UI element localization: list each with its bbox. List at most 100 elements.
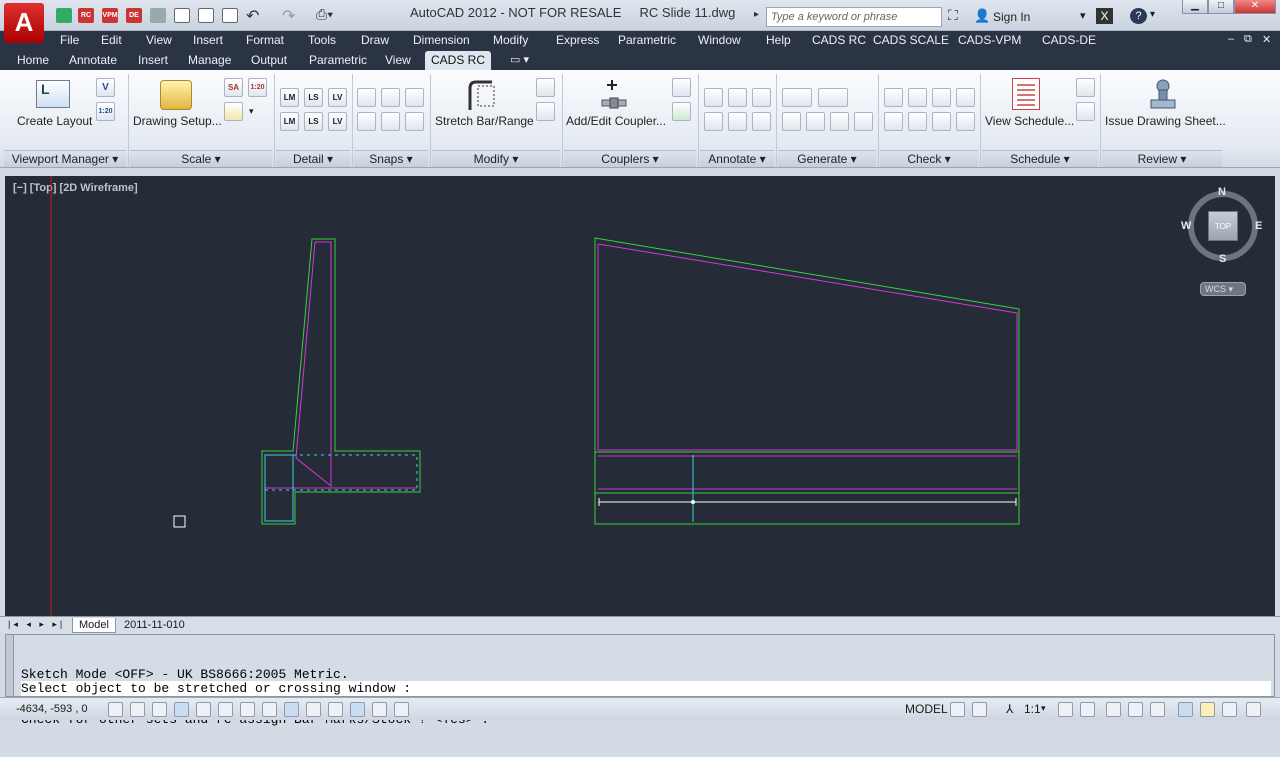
modify-edit-icon[interactable] [536,78,555,97]
selection-cycling-icon[interactable] [394,702,409,717]
annotation-scale-dropdown-icon[interactable]: ▾ [1041,703,1046,714]
coupler-green-icon[interactable] [672,102,691,121]
snap-bracket-icon[interactable] [357,112,376,131]
print-icon[interactable]: ⎙▾ [316,6,333,23]
issue-drawing-sheet-button[interactable]: Issue Drawing Sheet... [1105,114,1226,128]
schedule-edit-icon[interactable] [1076,102,1095,121]
snap-mode-icon[interactable] [130,702,145,717]
drawing-setup-icon[interactable] [160,80,192,110]
viewport-v-button[interactable]: V [96,78,115,97]
schedule-table-icon[interactable] [1076,78,1095,97]
menu-edit[interactable]: Edit [101,33,122,47]
add-edit-coupler-button[interactable]: Add/Edit Coupler... [566,114,666,128]
search-arrow-icon[interactable]: ▸ [754,9,759,20]
layers-icon[interactable] [150,8,166,23]
panel-detail[interactable]: Detail ▾ [276,150,350,167]
scale-pen-icon[interactable] [224,102,243,121]
snap-angle-icon[interactable] [405,88,424,107]
drawing-canvas[interactable]: [−] [Top] [2D Wireframe] TOP N S E W WCS… [5,176,1275,616]
workspace-switching-icon[interactable] [1106,702,1121,717]
tab-manage[interactable]: Manage [188,53,231,67]
generate-2-icon[interactable] [818,88,848,107]
isolate-objects-icon[interactable] [1178,702,1193,717]
detail-lv2-button[interactable]: LV [328,112,347,131]
tab-scroll-arrows-icon[interactable]: |◂ ◂ ▸ ▸| [8,619,65,630]
modify-list-icon[interactable] [536,102,555,121]
object-snap-tracking-icon[interactable] [262,702,277,717]
clean-screen-icon[interactable] [1246,702,1261,717]
panel-review[interactable]: Review ▾ [1102,150,1222,167]
de-icon[interactable]: DE [126,8,142,23]
menu-cads-rc[interactable]: CADS RC [812,33,866,47]
maximize-button[interactable]: □ [1208,0,1234,14]
drawing-setup-button[interactable]: Drawing Setup... [133,114,222,128]
menu-draw[interactable]: Draw [361,33,389,47]
menu-express[interactable]: Express [556,33,599,47]
lock-icon[interactable] [1128,702,1143,717]
binoculars-icon[interactable]: ⛶ [948,7,958,24]
snap-insert-icon[interactable] [357,88,376,107]
transparency-icon[interactable] [350,702,365,717]
create-layout-button[interactable]: Create Layout [17,114,92,128]
menu-help[interactable]: Help [766,33,791,47]
close-button[interactable]: ✕ [1234,0,1276,14]
viewport-scale-button[interactable]: 1:20 [96,102,115,121]
new-file-icon[interactable] [174,8,190,23]
doc-close-icon[interactable]: ✕ [1262,33,1271,46]
panel-generate[interactable]: Generate ▾ [778,150,876,167]
panel-check[interactable]: Check ▾ [880,150,978,167]
generate-1-icon[interactable] [782,88,812,107]
status-menu-icon[interactable] [1222,702,1237,717]
menu-insert[interactable]: Insert [193,33,223,47]
check-7-icon[interactable] [932,112,951,131]
polar-tracking-icon[interactable] [196,702,211,717]
menu-window[interactable]: Window [698,33,741,47]
tab-cads-rc[interactable]: CADS RC [425,51,492,70]
panel-viewport-manager[interactable]: Viewport Manager ▾ [4,150,126,167]
viewcube-top-face[interactable]: TOP [1208,211,1238,241]
dynamic-ucs-icon[interactable] [284,702,299,717]
dropdown-arrow-icon[interactable]: ▾ [1080,9,1086,22]
tab-annotate[interactable]: Annotate [69,53,117,67]
menu-dimension[interactable]: Dimension [413,33,470,47]
auto-scale-icon[interactable] [1080,702,1095,717]
annotation-scale[interactable]: 1:1 [1024,702,1041,716]
new-icon[interactable] [56,8,72,23]
autocad-logo-icon[interactable]: A [4,3,44,43]
tab-parametric[interactable]: Parametric [309,53,367,67]
annotate-1-icon[interactable] [704,88,723,107]
rc-icon[interactable]: RC [78,8,94,23]
panel-couplers[interactable]: Couplers ▾ [564,150,696,167]
command-input[interactable]: Select object to be stretched or crossin… [21,681,1271,696]
tab-output[interactable]: Output [251,53,287,67]
tab-model[interactable]: Model [72,618,116,633]
panel-scale[interactable]: Scale ▾ [130,150,272,167]
compass-west[interactable]: W [1181,220,1191,232]
check-8-icon[interactable] [956,112,975,131]
generate-6-icon[interactable] [854,112,873,131]
compass-north[interactable]: N [1218,186,1226,198]
menu-cads-scale[interactable]: CADS SCALE [873,33,949,47]
check-1-icon[interactable] [884,88,903,107]
snap-dots-icon[interactable] [405,112,424,131]
sign-in-link[interactable]: Sign In [993,10,1030,24]
wall-section[interactable] [261,238,421,525]
search-input[interactable]: Type a keyword or phrase [766,7,942,27]
quick-view-drawings-icon[interactable] [972,702,987,717]
lightbulb-icon[interactable] [1200,702,1215,717]
minimize-button[interactable]: ▁ [1182,0,1208,14]
view-schedule-icon[interactable] [1012,78,1040,110]
detail-lm-button[interactable]: LM [280,88,299,107]
snap-dash-icon[interactable] [381,112,400,131]
check-6-icon[interactable] [908,112,927,131]
menu-cads-de[interactable]: CADS-DE [1042,33,1096,47]
check-4-icon[interactable] [956,88,975,107]
wcs-menu[interactable]: WCS ▾ [1200,282,1246,296]
open-file-icon[interactable] [198,8,214,23]
tab-view[interactable]: View [385,53,411,67]
compass-east[interactable]: E [1255,220,1262,232]
scale-1-20-button[interactable]: 1:20 [248,78,267,97]
object-snap-icon[interactable] [218,702,233,717]
tab-insert[interactable]: Insert [138,53,168,67]
ribbon-minimize-icon[interactable]: ▭ ▾ [510,53,529,66]
